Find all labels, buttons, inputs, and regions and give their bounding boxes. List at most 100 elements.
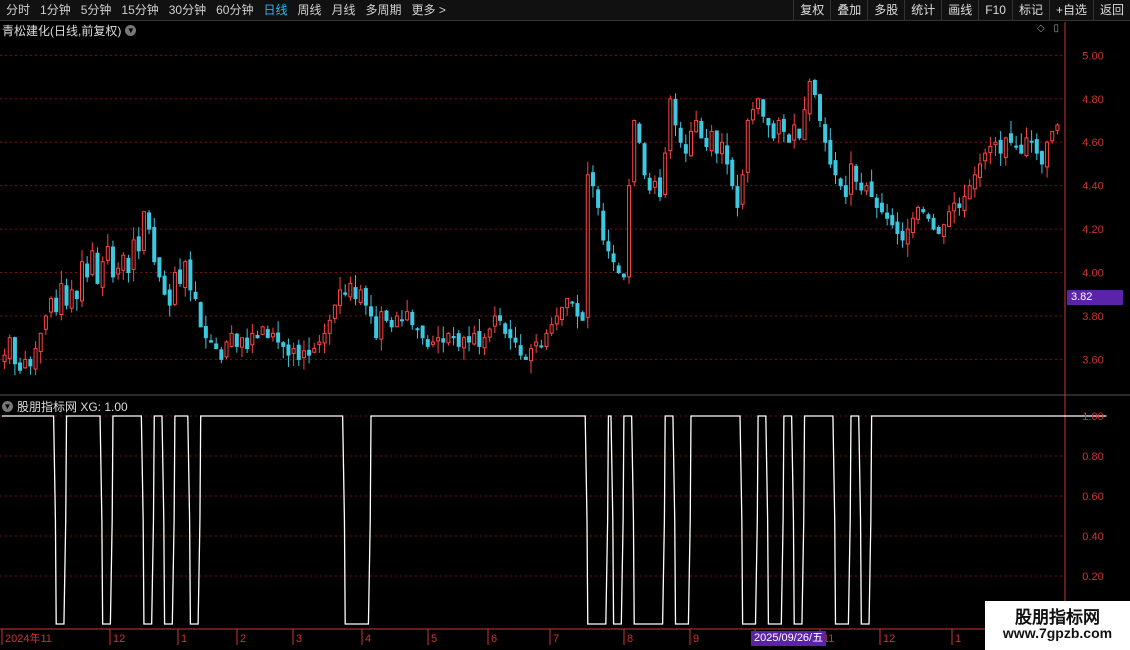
candle-body [167,289,172,306]
candle-body [296,344,301,360]
candle-body [255,334,260,339]
candle-body [69,289,74,309]
time-tick-label: 2024年11 [5,631,52,645]
candle-body [534,341,539,347]
candle-body [234,333,239,347]
candle-body [554,315,559,325]
indicator-tick: 0.80 [1082,451,1103,463]
candle-body [152,227,157,263]
candle-body [745,120,750,173]
chart-canvas[interactable]: 5.00 4.80 4.60 4.40 4.20 4.00 3.80 3.60 1.00 0.8… [0,0,1130,650]
candle-body [281,342,286,347]
candle-body [926,214,931,219]
candle-body [647,177,652,191]
candle-body [678,127,683,143]
candle-body [18,362,23,371]
candle-body [100,261,105,288]
candle-body [126,257,131,274]
time-tick-label: 5 [431,633,437,645]
candle-body [714,130,719,154]
candlestick-series [2,78,1060,376]
candle-body [54,297,59,313]
candle-body [12,337,17,365]
cursor-date-label: 2025/09/26/五 [751,631,827,646]
candle-body [972,174,977,190]
candle-body [771,123,776,139]
candle-body [358,289,363,304]
candle-body [110,246,115,278]
candle-body [327,319,332,334]
candle-body [420,325,425,339]
chevron-down-icon[interactable]: ▼ [2,401,13,412]
candle-body [353,287,358,300]
candle-body [1055,124,1060,131]
time-tick-label: 3 [296,633,302,645]
candle-body [565,298,570,309]
candle-body [394,315,399,328]
price-axis: 5.00 4.80 4.60 4.40 4.20 4.00 3.80 3.60 [1082,50,1103,366]
candle-body [23,358,28,369]
candle-body [864,185,869,192]
candle-body [523,356,528,360]
candle-body [637,123,642,143]
candle-body [188,259,193,291]
candle-body [719,141,724,155]
candle-body [456,333,461,347]
candle-body [162,275,167,295]
candle-body [983,152,988,162]
candle-body [348,282,353,298]
candle-body [730,159,735,187]
candle-body [270,332,275,338]
candle-body [910,217,915,233]
candle-body [85,263,90,278]
candle-body [797,128,802,139]
candle-body [64,285,69,306]
candle-body [74,290,79,300]
candle-body [874,197,879,208]
candle-body [498,315,503,321]
candle-body [1050,130,1055,142]
candle-body [828,140,833,165]
time-tick-label: 1 [181,633,187,645]
price-tick: 4.00 [1082,268,1103,280]
candle-body [916,206,921,220]
chart-title: 青松建化(日线,前复权) ▼ [2,22,137,39]
candle-body [332,304,337,319]
candle-body [694,120,699,133]
candle-body [116,267,121,275]
candle-body [518,345,523,356]
candle-body [389,319,394,328]
candle-body [178,269,183,284]
candle-body [1034,139,1039,154]
candle-body [147,212,152,230]
candle-body [993,141,998,146]
candle-body [260,326,265,335]
candle-body [947,211,952,227]
candle-body [781,118,786,132]
candle-body [219,349,224,360]
candle-body [317,341,322,345]
candle-body [322,332,327,344]
diamond-icon[interactable]: ◇ [1037,23,1045,34]
candle-body [596,189,601,208]
panel-toggle-icon[interactable]: ▯ [1053,23,1059,34]
candle-body [43,315,48,330]
candle-body [921,209,926,213]
candle-body [405,311,410,321]
price-tick: 4.20 [1082,224,1103,236]
candle-body [472,332,477,345]
time-tick-label: 7 [553,633,559,645]
candle-body [766,117,771,126]
candle-body [854,165,859,182]
candle-body [286,344,291,356]
candle-body [539,345,544,348]
candle-body [214,343,219,350]
candle-body [33,348,38,370]
candle-body [627,185,632,278]
candle-body [735,186,740,208]
candle-body [833,160,838,176]
candle-body [590,172,595,187]
chevron-down-icon[interactable]: ▼ [125,25,137,36]
candle-body [301,350,306,359]
candle-body [709,130,714,152]
